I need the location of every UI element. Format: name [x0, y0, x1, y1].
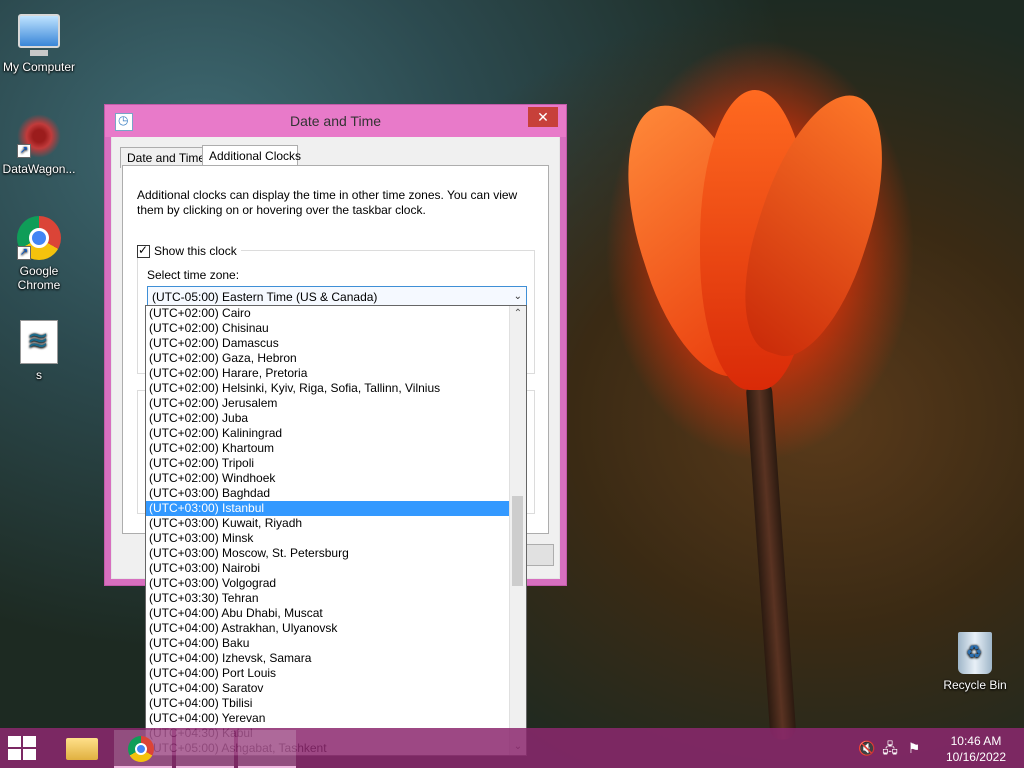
desktop-icon-google-chrome[interactable]: ↗ Google Chrome	[0, 216, 78, 292]
time-zone-option[interactable]: (UTC+04:00) Saratov	[146, 681, 509, 696]
time-zone-option[interactable]: (UTC+02:00) Khartoum	[146, 441, 509, 456]
select-time-zone-label: Select time zone:	[147, 268, 240, 282]
taskbar-chrome[interactable]	[114, 730, 172, 768]
time-zone-option[interactable]: (UTC+03:00) Istanbul	[146, 501, 509, 516]
time-zone-option[interactable]: (UTC+02:00) Gaza, Hebron	[146, 351, 509, 366]
recycle-bin-icon	[958, 632, 992, 674]
start-button[interactable]	[8, 736, 38, 760]
time-zone-option[interactable]: (UTC+04:00) Abu Dhabi, Muscat	[146, 606, 509, 621]
taskbar-app[interactable]	[238, 730, 296, 768]
datawagon-icon: ↗	[17, 114, 61, 158]
dialog-title: Date and Time	[289, 113, 382, 129]
taskbar-clock[interactable]: 10:46 AM 10/16/2022	[946, 733, 1006, 765]
time-zone-option[interactable]: (UTC+02:00) Harare, Pretoria	[146, 366, 509, 381]
time-zone-option[interactable]: (UTC+03:00) Kuwait, Riyadh	[146, 516, 509, 531]
desktop-icon-label: Recycle Bin	[943, 678, 1007, 692]
time-zone-option[interactable]: (UTC+03:00) Moscow, St. Petersburg	[146, 546, 509, 561]
time-zone-dropdown-list[interactable]: (UTC+02:00) Cairo (UTC+02:00) Chisinau (UT…	[145, 305, 527, 756]
show-clock-row[interactable]: Show this clock	[137, 243, 241, 259]
scroll-up-icon[interactable]: ⌃	[510, 306, 526, 322]
time-zone-option[interactable]: (UTC+02:00) Damascus	[146, 336, 509, 351]
time-zone-option[interactable]: (UTC+03:00) Baghdad	[146, 486, 509, 501]
clock-time: 10:46 AM	[950, 734, 1002, 748]
taskbar-app[interactable]	[176, 730, 234, 768]
system-tray: 🔇 🖧 ⚑ 10:46 AM 10/16/2022	[854, 728, 1024, 768]
desktop-icon-my-computer[interactable]: My Computer	[0, 10, 78, 74]
time-zone-option[interactable]: (UTC+02:00) Jerusalem	[146, 396, 509, 411]
time-zone-option[interactable]: (UTC+02:00) Cairo	[146, 306, 509, 321]
time-zone-option[interactable]: (UTC+04:00) Yerevan	[146, 711, 509, 726]
dropdown-scrollbar[interactable]: ⌃ ⌄	[509, 306, 526, 755]
network-icon[interactable]: 🖧	[882, 740, 898, 756]
desktop-icon-datawagon[interactable]: ↗ DataWagon...	[0, 114, 78, 176]
volume-muted-icon[interactable]: 🔇	[858, 740, 875, 756]
windows-logo-icon	[8, 736, 21, 747]
windows-logo-icon	[8, 749, 21, 760]
time-zone-option[interactable]: (UTC+03:00) Volgograd	[146, 576, 509, 591]
chevron-down-icon: ⌄	[513, 291, 522, 302]
time-zone-option[interactable]: (UTC+02:00) Windhoek	[146, 471, 509, 486]
time-zone-option[interactable]: (UTC+02:00) Chisinau	[146, 321, 509, 336]
time-zone-option[interactable]: (UTC+02:00) Tripoli	[146, 456, 509, 471]
show-clock-label: Show this clock	[154, 244, 237, 258]
computer-icon	[18, 14, 60, 56]
taskbar-file-explorer[interactable]	[52, 730, 110, 766]
time-zone-option[interactable]: (UTC+04:00) Tbilisi	[146, 696, 509, 711]
windows-logo-icon	[23, 736, 36, 747]
desktop-icon-label: My Computer	[2, 60, 76, 74]
scrollbar-thumb[interactable]	[512, 496, 523, 586]
shortcut-arrow-icon: ↗	[17, 246, 31, 260]
desktop-icon-label: DataWagon...	[2, 162, 76, 176]
desktop-icon-s[interactable]: s	[0, 320, 78, 382]
time-zone-option[interactable]: (UTC+03:00) Nairobi	[146, 561, 509, 576]
folder-icon	[66, 738, 98, 760]
time-zone-option[interactable]: (UTC+02:00) Helsinki, Kyiv, Riga, Sofia,…	[146, 381, 509, 396]
wallpaper-flower-stem	[745, 379, 797, 741]
desktop-icon-recycle-bin[interactable]: Recycle Bin	[936, 632, 1014, 692]
description-text: Additional clocks can display the time i…	[137, 188, 518, 217]
script-file-icon	[20, 320, 58, 364]
action-center-flag-icon[interactable]: ⚑	[906, 740, 922, 756]
time-zone-select-value: (UTC-05:00) Eastern Time (US & Canada)	[152, 290, 378, 304]
chrome-icon: ↗	[17, 216, 61, 260]
time-zone-option[interactable]: (UTC+03:00) Minsk	[146, 531, 509, 546]
time-zone-option[interactable]: (UTC+04:00) Astrakhan, Ulyanovsk	[146, 621, 509, 636]
time-zone-option[interactable]: (UTC+04:00) Port Louis	[146, 666, 509, 681]
time-zone-select[interactable]: (UTC-05:00) Eastern Time (US & Canada) ⌄	[147, 286, 527, 306]
time-zone-option[interactable]: (UTC+04:00) Izhevsk, Samara	[146, 651, 509, 666]
clock-date: 10/16/2022	[945, 750, 1006, 764]
windows-logo-icon	[23, 749, 36, 760]
shortcut-arrow-icon: ↗	[17, 144, 31, 158]
time-zone-option[interactable]: (UTC+02:00) Kaliningrad	[146, 426, 509, 441]
desktop-icon-label: s	[36, 368, 42, 382]
taskbar: 🔇 🖧 ⚑ 10:46 AM 10/16/2022	[0, 728, 1024, 768]
time-zone-option[interactable]: (UTC+03:30) Tehran	[146, 591, 509, 606]
title-bar[interactable]: Date and Time ✕	[105, 105, 566, 137]
close-button[interactable]: ✕	[528, 107, 558, 127]
time-zone-option[interactable]: (UTC+02:00) Juba	[146, 411, 509, 426]
chrome-icon	[128, 736, 154, 762]
show-clock-checkbox[interactable]	[137, 243, 150, 259]
time-zone-options: (UTC+02:00) Cairo (UTC+02:00) Chisinau (UT…	[146, 306, 526, 755]
desktop-icon-label: Google Chrome	[17, 264, 61, 292]
time-zone-option[interactable]: (UTC+04:00) Baku	[146, 636, 509, 651]
